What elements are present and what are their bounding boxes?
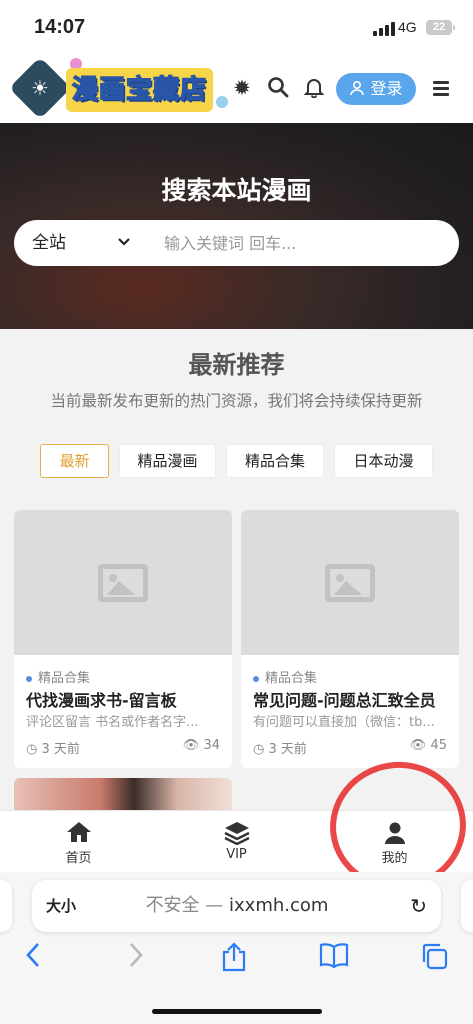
search-scope-select[interactable]: 全站 [32, 220, 66, 266]
page-settings-button[interactable]: 大小 [46, 880, 76, 932]
eye-icon: 👁 [182, 738, 200, 753]
browser-toolbar: 大小 不安全 — ixxmh.com ↻ [0, 872, 473, 1024]
reload-icon[interactable]: ↻ [410, 880, 427, 932]
post-card[interactable]: 精品合集 代找漫画求书-留言板 评论区留言 书名或作者名字... ◷ 3 天前 … [14, 510, 232, 768]
login-label: 登录 [370, 79, 403, 98]
tab-japanese-anime[interactable]: 日本动漫 [334, 444, 433, 478]
chevron-down-icon[interactable] [117, 220, 131, 266]
card-description: 有问题可以直接加（微信：tb... [253, 715, 435, 730]
tabbar-vip-label: VIP [226, 847, 247, 862]
hero-title: 搜索本站漫画 [161, 176, 312, 205]
card-date: ◷ 3 天前 [253, 742, 307, 757]
tabs-icon[interactable] [414, 942, 454, 976]
tabbar-home[interactable]: 首页 [0, 811, 157, 873]
site-header: ☀ 漫画宝藏店 ✹ 登录 [0, 56, 473, 123]
layers-icon [158, 821, 315, 846]
card-title[interactable]: 代找漫画求书-留言板 [26, 687, 177, 711]
back-icon[interactable] [13, 942, 53, 976]
bookmarks-icon[interactable] [314, 942, 354, 976]
tab-latest[interactable]: 最新 [40, 444, 109, 478]
tabbar-vip[interactable]: VIP [158, 811, 315, 873]
post-card[interactable]: 精品合集 常见问题-问题总汇致全员 有问题可以直接加（微信：tb... ◷ 3 … [241, 510, 459, 768]
section-subtitle: 当前最新发布更新的热门资源，我们将会持续保持更新 [50, 392, 423, 410]
section-title: 最新推荐 [188, 351, 285, 379]
bell-icon[interactable] [302, 76, 326, 100]
home-icon [0, 821, 157, 845]
next-tab-preview[interactable] [461, 880, 473, 932]
login-button[interactable]: 登录 [336, 73, 416, 105]
address-bar[interactable]: 大小 不安全 — ixxmh.com ↻ [32, 880, 441, 932]
status-time: 14:07 [34, 16, 86, 38]
site-logo-text[interactable]: 漫画宝藏店 [66, 68, 214, 112]
card-category[interactable]: 精品合集 [253, 667, 317, 686]
user-icon [349, 79, 370, 98]
share-icon[interactable] [214, 942, 254, 976]
network-type: 4G [398, 19, 417, 35]
image-placeholder-icon [98, 564, 148, 602]
image-placeholder-icon [325, 564, 375, 602]
sun-logo-icon: ☀ [31, 76, 49, 100]
tab-premium-collections[interactable]: 精品合集 [226, 444, 324, 478]
theme-toggle-icon[interactable]: ✹ [230, 76, 254, 100]
url-display[interactable]: 不安全 — ixxmh.com [92, 880, 382, 932]
search-input[interactable] [164, 228, 444, 258]
battery-icon: 22 [426, 20, 455, 35]
card-description: 评论区留言 书名或作者名字... [26, 715, 199, 730]
forward-icon[interactable] [116, 942, 156, 976]
clock-icon: ◷ [26, 742, 38, 757]
search-icon[interactable] [266, 76, 290, 100]
card-views: 👁 45 [409, 738, 447, 753]
status-bar: 14:07 4G 22 [0, 0, 473, 56]
card-title[interactable]: 常见问题-问题总汇致全员 [253, 687, 436, 711]
card-thumbnail[interactable] [14, 510, 232, 655]
previous-tab-preview[interactable] [0, 880, 12, 932]
domain-label: ixxmh.com [229, 895, 329, 916]
card-views: 👁 34 [182, 738, 220, 753]
tab-premium-comics[interactable]: 精品漫画 [119, 444, 216, 478]
card-date: ◷ 3 天前 [26, 742, 80, 757]
eye-icon: 👁 [409, 738, 427, 753]
card-category[interactable]: 精品合集 [26, 667, 90, 686]
card-thumbnail[interactable] [241, 510, 459, 655]
logo-decoration [216, 96, 228, 108]
menu-icon[interactable] [433, 81, 449, 96]
search-box: 全站 [14, 220, 459, 266]
home-indicator [152, 1009, 322, 1014]
clock-icon: ◷ [253, 742, 265, 757]
insecure-label: 不安全 — [145, 895, 230, 916]
signal-icon [373, 22, 395, 36]
tabbar-home-label: 首页 [65, 851, 92, 866]
